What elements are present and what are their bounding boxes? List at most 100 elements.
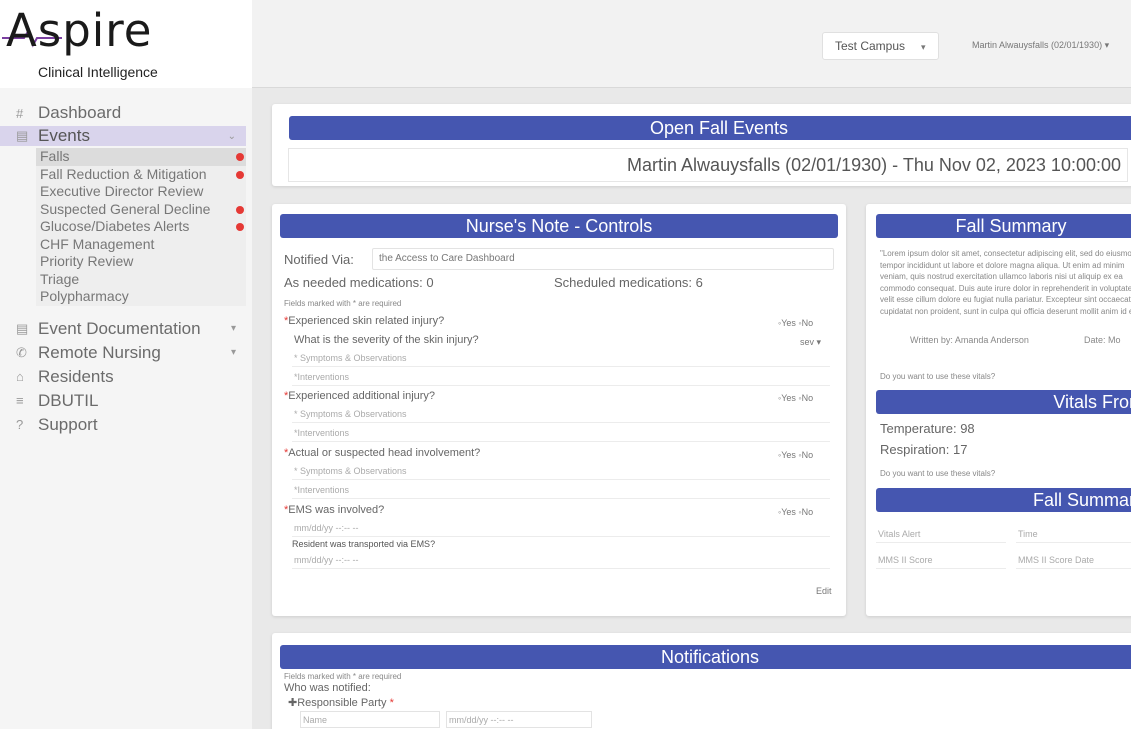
head-involvement-yes-no[interactable]: ◦Yes ◦No [778,450,813,460]
sidebar-subitem-chf[interactable]: CHF Management [36,235,246,253]
subitem-label: Triage [40,270,80,287]
sidebar-item-label: Dashboard [38,103,122,122]
subitem-label: CHF Management [40,235,155,252]
chevron-down-icon: ▾ [921,42,926,52]
question-head-involvement: *Actual or suspected head involvement? [284,447,481,459]
notified-via-label: Notified Via: [284,252,354,267]
sidebar-item-label: DBUTIL [38,390,99,410]
temperature-value: Temperature: 98 [880,421,975,436]
document-icon: ▤ [16,320,29,336]
required-note: Fields marked with * are required [284,299,402,308]
ems-yes-no[interactable]: ◦Yes ◦No [778,507,813,517]
sidebar-item-event-documentation[interactable]: ▤ Event Documentation ▾ [0,318,246,340]
question-additional-injury: *Experienced additional injury? [284,390,436,402]
sidebar-item-remote-nursing[interactable]: ✆ Remote Nursing ▾ [0,342,246,364]
alert-dot [236,223,244,231]
user-menu[interactable]: Martin Alwauysfalls (02/01/1930) ▾ [972,40,1109,51]
sidebar: # Dashboard ▤ Events ⌄ Falls Fall Reduct… [0,88,252,729]
subitem-label: Fall Reduction & Mitigation [40,165,207,182]
sidebar-item-support[interactable]: ? Support [0,414,246,436]
alert-dot [236,205,244,214]
vitals-header: Vitals From [876,390,1131,414]
chevron-up-icon: ⌄ [227,130,236,142]
sidebar-subitem-falls[interactable]: Falls [36,148,246,166]
hash-icon: # [16,105,24,121]
chevron-down-icon: ▾ [230,347,236,358]
panel-header: Fall Summary [876,214,1131,238]
fall-summary-2-header: Fall Summary [876,488,1131,512]
additional-injury-yes-no[interactable]: ◦Yes ◦No [778,393,813,403]
brand-name: Aspire [6,4,153,57]
question-skin-injury: *Experienced skin related injury? [284,315,445,327]
sidebar-item-dbutil[interactable]: ≡ DBUTIL [0,390,246,412]
fall-summary-panel: Fall Summary "Lorem ipsum dolor sit amet… [866,204,1131,616]
interventions-field[interactable]: *Interventions [292,425,830,442]
as-needed-medications: As needed medications: 0 [284,275,434,290]
question-ems: *EMS was involved? [284,504,385,516]
mms-score-date-field[interactable]: MMS II Score Date [1016,552,1131,569]
brand-tagline: Clinical Intelligence [38,64,158,80]
alert-dot [236,153,244,161]
subitem-label: Priority Review [40,253,134,269]
who-notified-label: Who was notified: [284,682,371,694]
sidebar-subitem-triage[interactable]: Triage [36,270,246,288]
subitem-label: Executive Director Review [40,183,204,199]
database-icon: ≡ [16,393,24,408]
sidebar-subitem-executive-review[interactable]: Executive Director Review [36,183,246,201]
sidebar-subitem-glucose[interactable]: Glucose/Diabetes Alerts [36,218,246,236]
skin-injury-yes-no[interactable]: ◦Yes ◦No [778,318,813,328]
help-icon: ? [16,417,24,432]
subitem-label: Falls [40,148,70,164]
symptoms-field[interactable]: * Symptoms & Observations [292,463,830,480]
campus-select[interactable]: Test Campus ▾ [822,32,939,60]
sidebar-subitem-priority-review[interactable]: Priority Review [36,253,246,271]
time-field[interactable]: Time [1016,526,1131,543]
sidebar-subitem-general-decline[interactable]: Suspected General Decline [36,200,246,218]
chevron-down-icon: ▾ [230,323,236,334]
sidebar-item-label: Remote Nursing [38,342,161,362]
sidebar-item-label: Support [38,414,98,434]
fall-summary-text: "Lorem ipsum dolor sit amet, consectetur… [880,249,1131,316]
transport-date-field[interactable]: mm/dd/yy --:-- -- [292,552,830,569]
scheduled-medications: Scheduled medications: 6 [554,275,703,290]
logo[interactable]: Aspire Clinical Intelligence [0,0,252,88]
severity-select[interactable]: sev ▾ [800,337,821,348]
subitem-label: Suspected General Decline [40,200,211,217]
sidebar-subitem-fall-reduction[interactable]: Fall Reduction & Mitigation [36,165,246,183]
ems-date-field[interactable]: mm/dd/yy --:-- -- [292,520,830,537]
sidebar-item-events[interactable]: ▤ Events ⌄ [0,126,246,146]
responsible-name-field[interactable]: Name [300,711,440,728]
nurse-note-panel: Nurse's Note - Controls Notified Via: th… [272,204,846,616]
use-vitals-question: Do you want to use these vitals? [880,372,996,381]
mms-score-field[interactable]: MMS II Score [876,552,1006,569]
interventions-field[interactable]: *Interventions [292,482,830,499]
sidebar-item-label: Residents [38,366,114,386]
alert-dot [236,170,244,179]
subitem-label: Glucose/Diabetes Alerts [40,218,190,234]
symptoms-field[interactable]: * Symptoms & Observations [292,350,830,367]
notified-via-field[interactable]: the Access to Care Dashboard [372,248,834,270]
vitals-alert-field[interactable]: Vitals Alert [876,526,1006,543]
sidebar-item-label: Event Documentation [38,318,201,338]
open-fall-event-row[interactable]: Martin Alwauysfalls (02/01/1930) - Thu N… [288,148,1128,182]
sidebar-item-dashboard[interactable]: # Dashboard [0,102,246,124]
use-vitals-question: Do you want to use these vitals? [880,469,996,478]
symptoms-field[interactable]: * Symptoms & Observations [292,406,830,423]
top-bar: Test Campus ▾ Martin Alwauysfalls (02/01/… [252,0,1131,88]
responsible-date-field[interactable]: mm/dd/yy --:-- -- [446,711,592,728]
panel-header: Notifications [280,645,1131,669]
sidebar-item-residents[interactable]: ⌂ Residents [0,366,246,388]
home-icon: ⌂ [16,369,24,384]
respiration-value: Respiration: 17 [880,442,968,457]
phone-icon: ✆ [16,344,27,360]
interventions-field[interactable]: *Interventions [292,369,830,386]
written-date: Date: Mo [1084,335,1121,345]
sidebar-subitem-polypharmacy[interactable]: Polypharmacy [36,288,246,306]
sidebar-item-label: Events [38,126,90,145]
required-note: Fields marked with * are required [284,672,402,681]
notifications-panel: Notifications Fields marked with * are r… [272,633,1131,729]
edit-button[interactable]: Edit [816,586,832,596]
events-icon: ▤ [16,128,29,143]
responsible-party-label: ✚Responsible Party * [288,697,394,709]
campus-value: Test Campus [835,39,906,53]
